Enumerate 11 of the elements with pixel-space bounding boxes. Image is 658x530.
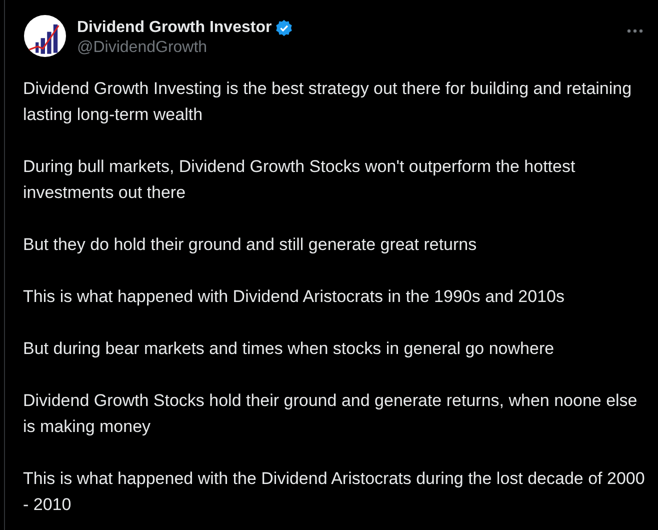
author-handle[interactable]: @DividendGrowth (77, 39, 293, 57)
post-paragraph: This is what happened with Dividend Aristocrats in the 1990s and 2010s (23, 286, 566, 308)
post-paragraph: But during bear markets and times when stocks in general go nowhere (23, 338, 556, 360)
more-icon[interactable] (627, 29, 643, 33)
bar-chart-avatar-icon[interactable] (24, 15, 66, 57)
post-paragraph: During bull markets, Dividend Growth Stocks won't outperform the hottest investments out there (23, 156, 576, 204)
post-paragraph: Dividend Growth Stocks hold their ground and generate returns, when noone else is making money (23, 390, 638, 438)
author-name[interactable]: Dividend Growth Investor (77, 19, 272, 37)
post-paragraph: This is what happened with the Dividend Aristocrats during the lost decade of 2000 - 2010 (23, 468, 646, 516)
post-paragraph: But they do hold their ground and still generate great returns (23, 234, 478, 256)
post-paragraph: Dividend Growth Investing is the best strategy out there for building and retaining lasting long-term wealth (23, 78, 633, 126)
